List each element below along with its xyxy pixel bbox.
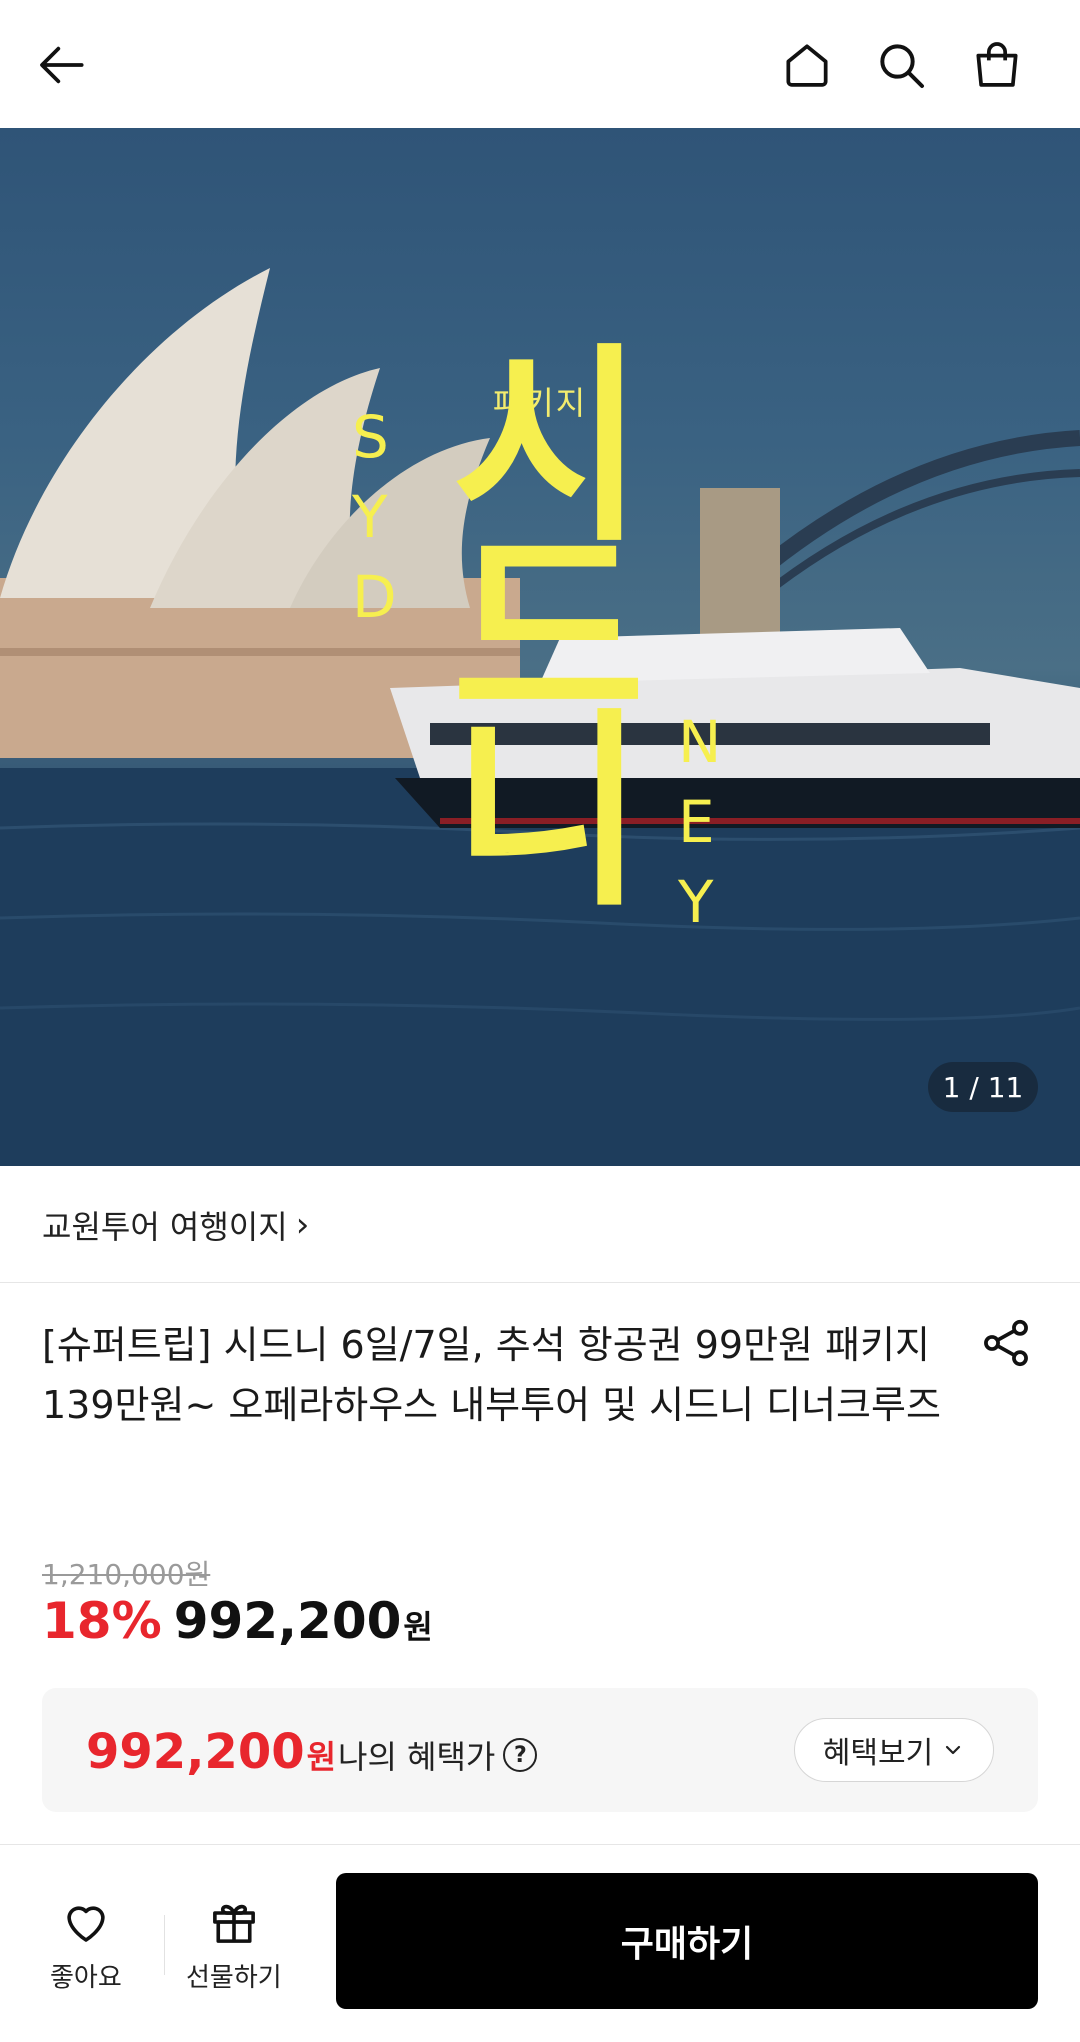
seller-name: 교원투어 여행이지 [42,1208,288,1246]
benefit-price-value: 992,200 [86,1724,305,1780]
hero-latin-s: S [352,403,389,471]
sale-price-unit: 원 [403,1608,433,1646]
hero-latin-y2: Y [678,868,714,936]
hero-latin-y: Y [352,483,388,551]
buy-button[interactable]: 구매하기 [336,1873,1038,2009]
heart-icon [67,1906,105,1942]
benefit-price-unit: 원 [306,1738,337,1776]
view-benefits-label: 혜택보기 [822,1736,934,1771]
seller-link[interactable]: 교원투어 여행이지 › [42,1202,309,1248]
home-button[interactable] [772,30,842,100]
original-price: 1,210,000원 [42,1558,211,1591]
bottom-action-bar: 좋아요 선물하기 구매하기 [0,1844,1080,2042]
benefit-price-box: 992,200 원 나의 혜택가 ? 혜택보기 [42,1688,1038,1812]
search-button[interactable] [866,30,936,100]
chevron-right-icon: › [295,1205,310,1245]
help-icon[interactable]: ? [503,1738,538,1772]
hero-title-char-3: 니 [452,690,646,935]
divider [0,1282,1080,1283]
home-icon [786,44,828,87]
product-image-carousel[interactable]: 패키지 시 드 니 S Y D N E Y [0,128,1080,1166]
share-button[interactable] [978,1315,1034,1371]
product-title: [슈퍼트립] 시드니 6일/7일, 추석 항공권 99만원 패키지 139만원~… [42,1323,941,1427]
sale-price: 992,200 [173,1592,402,1650]
gift-button[interactable]: 선물하기 [186,1895,282,1994]
benefit-label: 나의 혜택가 ? [338,1732,538,1778]
price-row: 18% 992,200 원 [42,1592,433,1650]
chevron-down-icon [946,1745,961,1755]
back-button[interactable] [28,30,98,100]
benefit-label-text: 나의 혜택가 [338,1738,496,1776]
hero-latin-d: D [352,563,397,631]
gift-label: 선물하기 [186,1963,282,1993]
benefit-price: 992,200 원 [86,1724,336,1780]
view-benefits-button[interactable]: 혜택보기 [794,1718,994,1782]
cart-button[interactable] [962,30,1032,100]
search-icon [880,44,924,88]
hero-latin-e: E [678,788,715,856]
gift-icon [212,1904,255,1943]
like-label: 좋아요 [50,1963,122,1993]
like-button[interactable]: 좋아요 [50,1895,122,1994]
shopping-bag-icon [976,42,1018,87]
arrow-left-icon [40,46,84,84]
share-icon [984,1319,1028,1367]
divider [164,1915,165,1975]
discount-rate: 18% [42,1592,162,1650]
hero-latin-n: N [678,708,722,776]
image-counter: 1 / 11 [928,1062,1038,1112]
top-app-bar [0,0,1080,128]
